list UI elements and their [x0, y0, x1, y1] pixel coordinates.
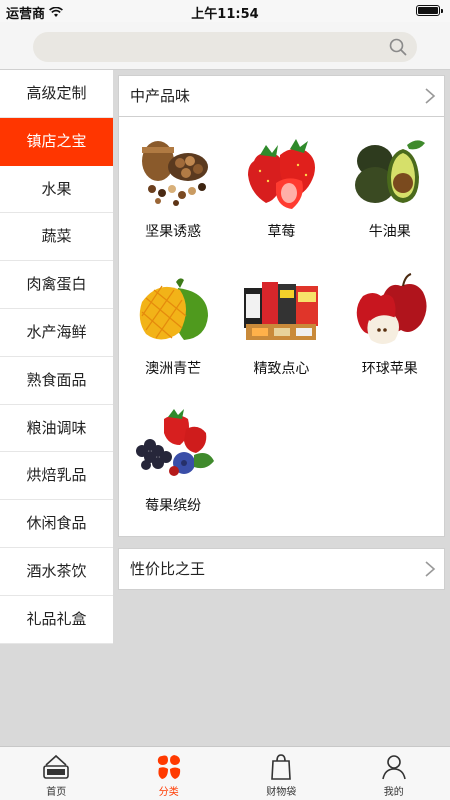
mango-icon: [139, 278, 209, 340]
product-label: 环球苹果: [361, 361, 418, 377]
section-title: 中产品味: [130, 87, 191, 105]
product-item[interactable]: 坚果诱惑: [119, 117, 227, 254]
chevron-right-icon: [425, 561, 436, 577]
user-icon: [381, 755, 406, 780]
section-panel: 中产品味 坚果诱惑 草莓 牛油果 澳洲青芒 精致点心 环球苹果 莓果缤纷: [118, 75, 445, 537]
chevron-right-icon: [425, 88, 436, 104]
sidebar-item-seafood[interactable]: 水产海鲜: [0, 309, 113, 357]
sidebar-item-drinks[interactable]: 酒水茶饮: [0, 548, 113, 596]
product-label: 坚果诱惑: [145, 224, 202, 240]
search-input[interactable]: [33, 32, 417, 62]
sidebar-item-meat-eggs[interactable]: 肉禽蛋白: [0, 261, 113, 309]
tab-label: 分类: [158, 787, 179, 798]
berries-icon: [136, 409, 215, 476]
product-item[interactable]: 莓果缤纷: [119, 391, 227, 528]
status-time: 上午11:54: [191, 7, 259, 22]
product-item[interactable]: 精致点心: [227, 254, 335, 391]
product-label: 精致点心: [253, 361, 310, 377]
section-title: 性价比之王: [130, 560, 206, 578]
product-item[interactable]: 牛油果: [336, 117, 444, 254]
sidebar-item-treasures[interactable]: 镇店之宝: [0, 117, 113, 166]
product-label: 草莓: [267, 224, 296, 240]
sidebar-item-custom[interactable]: 高级定制: [0, 70, 113, 118]
battery-icon: [416, 5, 443, 16]
section-header[interactable]: 中产品味: [119, 76, 444, 116]
product-item[interactable]: 环球苹果: [336, 254, 444, 391]
apple-icon: [356, 273, 427, 344]
product-label: 莓果缤纷: [145, 498, 202, 514]
strawberry-icon: [248, 139, 316, 209]
sidebar-item-bakery-dairy[interactable]: 烘焙乳品: [0, 452, 113, 501]
status-bar: 运营商 上午11:54: [0, 0, 450, 22]
category-icon: [157, 755, 180, 779]
product-label: 澳洲青芒: [145, 361, 202, 377]
search-icon: [389, 38, 407, 56]
sidebar-item-grain-oil[interactable]: 粮油调味: [0, 405, 113, 453]
snacks-icon: [244, 282, 319, 340]
tab-label: 财物袋: [266, 787, 297, 798]
section-panel: 性价比之王: [118, 548, 445, 590]
sidebar-item-snacks[interactable]: 休闲食品: [0, 500, 113, 548]
sidebar-item-vegetables[interactable]: 蔬菜: [0, 213, 113, 262]
tab-bag[interactable]: 财物袋: [225, 747, 338, 800]
product-item[interactable]: 草莓: [227, 117, 335, 254]
tab-bar: 首页 分类 财物袋 我的: [0, 746, 450, 800]
sidebar-item-deli[interactable]: 熟食面品: [0, 357, 113, 405]
category-content: 中产品味 坚果诱惑 草莓 牛油果 澳洲青芒 精致点心 环球苹果 莓果缤纷 性价比…: [118, 75, 445, 590]
tab-label: 我的: [383, 787, 404, 798]
sidebar-item-fruit[interactable]: 水果: [0, 166, 113, 214]
search-header: [0, 22, 450, 70]
tab-home[interactable]: 首页: [0, 747, 113, 800]
product-item[interactable]: 澳洲青芒: [119, 254, 227, 391]
tab-me[interactable]: 我的: [338, 747, 450, 800]
tab-category[interactable]: 分类: [113, 747, 226, 800]
product-grid: 坚果诱惑 草莓 牛油果 澳洲青芒 精致点心 环球苹果 莓果缤纷: [119, 116, 444, 536]
bag-icon: [271, 754, 292, 780]
section-header[interactable]: 性价比之王: [119, 549, 444, 589]
product-label: 牛油果: [368, 224, 411, 240]
category-sidebar: 高级定制 镇店之宝 水果 蔬菜 肉禽蛋白 水产海鲜 熟食面品 粮油调味 烘焙乳品…: [0, 70, 113, 644]
nuts-icon: [142, 141, 209, 206]
sidebar-item-gifts[interactable]: 礼品礼盒: [0, 596, 113, 644]
avocado-icon: [354, 140, 425, 203]
home-icon: [43, 754, 70, 779]
tab-label: 首页: [46, 787, 67, 798]
